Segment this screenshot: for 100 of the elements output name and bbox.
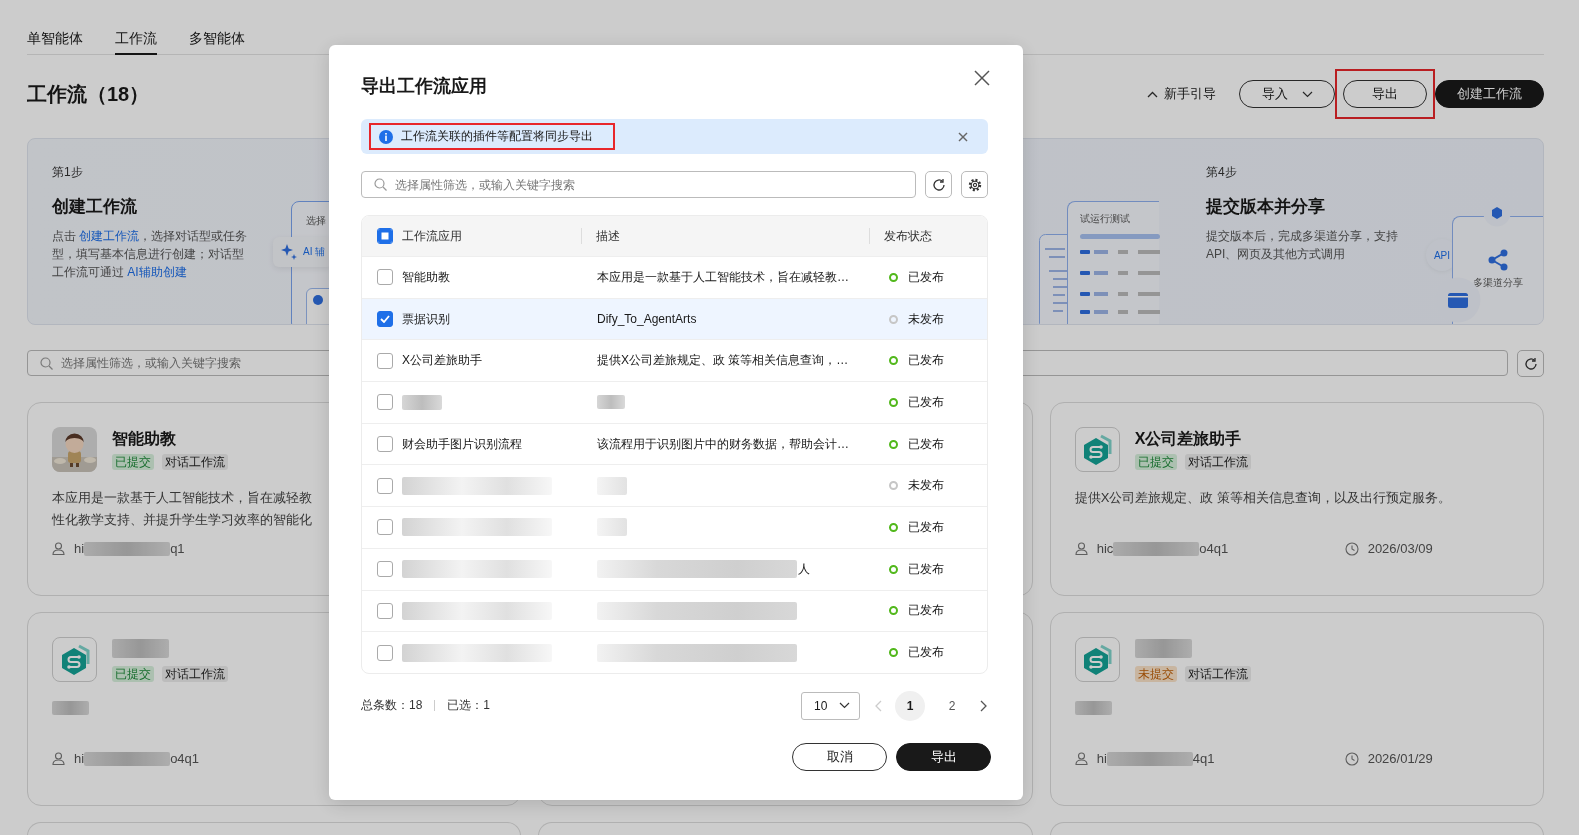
status-text: 已发布 bbox=[908, 518, 944, 536]
table-cell: 该流程用于识别图片中的财务数据，帮助会计… bbox=[597, 435, 849, 453]
card-description: 性化教学支持、并提升学生学习效率的智能化 bbox=[52, 511, 312, 529]
step-description: 提交版本后，完成多渠道分享，支持API、网页及其他方式调用 bbox=[1206, 228, 1399, 263]
table-cell: 财会助手图片识别流程 bbox=[402, 435, 522, 453]
checkbox[interactable] bbox=[377, 311, 393, 328]
status-text: 未发布 bbox=[908, 310, 944, 328]
checkbox[interactable] bbox=[377, 436, 393, 453]
page-button[interactable]: 1 bbox=[895, 690, 925, 721]
export-button[interactable]: 导出 bbox=[1343, 80, 1427, 108]
chevron-left-icon[interactable] bbox=[874, 699, 883, 712]
redaction-block bbox=[597, 395, 625, 410]
owner-text: hic bbox=[1096, 541, 1114, 556]
status-text: 已发布 bbox=[908, 644, 944, 662]
import-button[interactable]: 导入 bbox=[1239, 80, 1335, 108]
status-text: 已发布 bbox=[908, 602, 944, 620]
notice-text: 工作流关联的插件等配置将同步导出 bbox=[401, 128, 593, 145]
checkbox[interactable] bbox=[377, 644, 393, 661]
page-size-select[interactable]: 10 bbox=[801, 691, 860, 720]
chevron-right-icon[interactable] bbox=[979, 699, 988, 712]
status-tag: 未提交 bbox=[1134, 666, 1177, 682]
owner-text: hi bbox=[1096, 751, 1107, 766]
refresh-button[interactable] bbox=[925, 171, 952, 198]
chip-text: AI 辅 bbox=[303, 245, 326, 259]
card-title: X公司差旅助手 bbox=[1134, 429, 1243, 449]
checkbox[interactable] bbox=[377, 269, 393, 286]
check-icon bbox=[380, 315, 390, 324]
selected-count: 已选：1 bbox=[447, 697, 491, 715]
caret-up-icon bbox=[1147, 90, 1158, 98]
person-icon bbox=[1074, 542, 1088, 555]
dot-icon bbox=[313, 295, 323, 305]
checkbox[interactable] bbox=[377, 352, 393, 369]
tab[interactable]: 工作流 bbox=[115, 28, 157, 55]
checkbox[interactable] bbox=[377, 602, 393, 619]
checkbox[interactable] bbox=[377, 519, 393, 536]
page-button[interactable]: 2 bbox=[937, 690, 967, 721]
status-text: 未发布 bbox=[908, 477, 944, 495]
owner-text: q1 bbox=[170, 541, 185, 556]
app-card[interactable]: 未提交 对话工作流 hi 4q1 2026/01/29 bbox=[1049, 612, 1544, 806]
checkbox[interactable] bbox=[377, 394, 393, 411]
search-field[interactable]: 选择属性筛选，或输入关键字搜索 bbox=[361, 171, 916, 198]
share-icon bbox=[1488, 249, 1508, 271]
hexagon-icon bbox=[59, 643, 90, 676]
panel-text: 多渠道分享 bbox=[1473, 276, 1523, 290]
search-icon bbox=[40, 357, 53, 370]
type-tag: 对话工作流 bbox=[1184, 454, 1251, 470]
link[interactable]: AI辅助创建 bbox=[127, 265, 187, 279]
column-header: 发布状态 bbox=[869, 216, 987, 256]
tab[interactable]: 多智能体 bbox=[189, 28, 245, 55]
close-icon[interactable] bbox=[974, 70, 990, 86]
card-description: 本应用是一款基于人工智能技术，旨在减轻教 bbox=[52, 489, 312, 507]
owner-text: hi bbox=[74, 541, 85, 556]
app-card[interactable]: X公司差旅助手 已提交 对话工作流 提供X公司差旅规定、政 策等相关信息查询，以及出行预定服务。 hic o4q1 2026/03/09 bbox=[1049, 402, 1544, 596]
redaction-block bbox=[597, 518, 627, 537]
status-text: 已发布 bbox=[908, 435, 944, 453]
type-tag: 对话工作流 bbox=[162, 454, 228, 470]
caret-down-icon bbox=[1301, 90, 1313, 98]
redaction-block bbox=[402, 394, 442, 410]
table-cell: 人 bbox=[798, 560, 810, 578]
clock-icon bbox=[1344, 541, 1359, 556]
status-text: 已发布 bbox=[908, 352, 944, 370]
refresh-button[interactable] bbox=[1517, 350, 1544, 377]
hexagon-icon bbox=[1082, 433, 1113, 466]
owner-text: o4q1 bbox=[1199, 541, 1229, 556]
caret-down-icon bbox=[839, 702, 850, 710]
checkbox[interactable] bbox=[377, 477, 393, 494]
step-title: 创建工作流 bbox=[52, 196, 138, 218]
status-tag: 已提交 bbox=[1134, 454, 1177, 470]
status-text: 已发布 bbox=[908, 393, 944, 411]
table-cell: Dify_To_AgentArts bbox=[597, 312, 697, 327]
link[interactable]: 创建工作流 bbox=[79, 229, 140, 243]
guide-button[interactable]: 新手引导 bbox=[1147, 85, 1216, 103]
redaction-block bbox=[597, 476, 627, 495]
date-text: 2026/03/09 bbox=[1367, 541, 1433, 556]
status-tag: 已提交 bbox=[112, 454, 154, 470]
info-icon bbox=[379, 129, 393, 144]
step-label: 第4步 bbox=[1206, 164, 1238, 181]
total-count: 总条数：18 bbox=[361, 697, 423, 715]
sparkle-icon bbox=[281, 244, 297, 260]
settings-button[interactable] bbox=[961, 171, 988, 198]
table-cell: 本应用是一款基于人工智能技术，旨在减轻教… bbox=[597, 268, 849, 286]
step-label: 第1步 bbox=[52, 164, 84, 181]
owner-text: 4q1 bbox=[1192, 751, 1215, 766]
refresh-icon bbox=[931, 177, 946, 192]
checkbox[interactable] bbox=[377, 561, 393, 578]
card-description: 提供X公司差旅规定、政 策等相关信息查询，以及出行预定服务。 bbox=[1074, 489, 1451, 507]
tab[interactable]: 单智能体 bbox=[27, 28, 83, 55]
checkbox[interactable] bbox=[377, 228, 393, 244]
cancel-button[interactable]: 取消 bbox=[792, 742, 887, 771]
mockup-text: 选择 bbox=[306, 214, 327, 228]
status-text: 已发布 bbox=[908, 560, 944, 578]
type-tag: 对话工作流 bbox=[162, 666, 228, 682]
column-header: 描述 bbox=[581, 216, 869, 256]
person-icon bbox=[1074, 752, 1088, 765]
close-icon[interactable] bbox=[958, 131, 968, 142]
create-button[interactable]: 创建工作流 bbox=[1435, 80, 1544, 108]
export-button[interactable]: 导出 bbox=[896, 742, 991, 771]
table-cell: 票据识别 bbox=[402, 310, 450, 328]
dialog-title: 导出工作流应用 bbox=[361, 75, 487, 98]
status-text: 已发布 bbox=[908, 268, 944, 286]
